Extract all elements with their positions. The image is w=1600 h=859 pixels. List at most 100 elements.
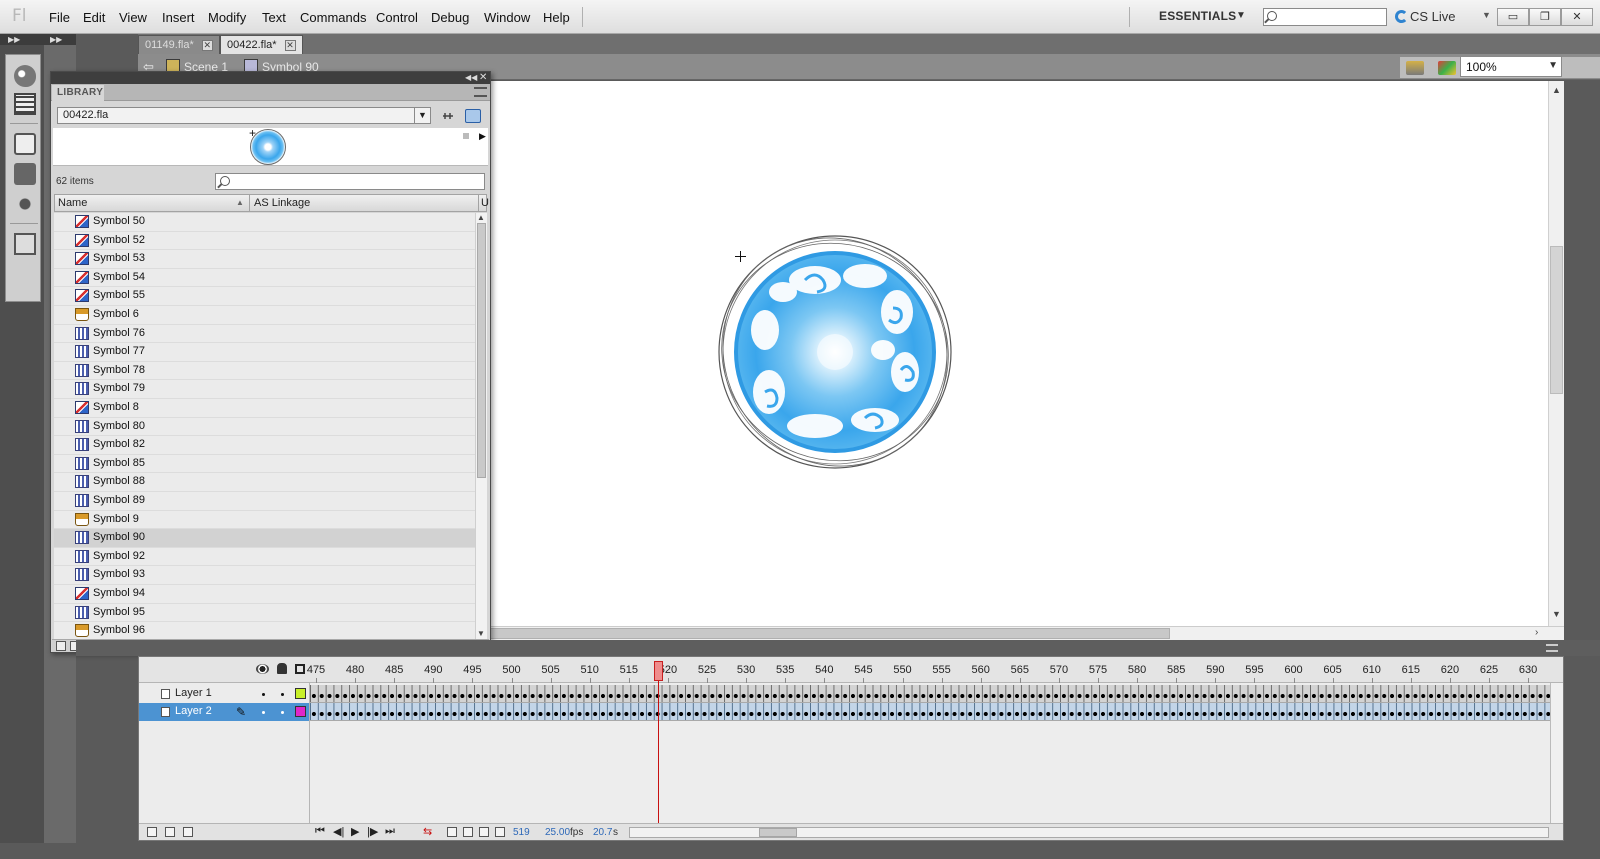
stop-preview-icon[interactable] [463, 133, 469, 139]
playhead[interactable] [654, 661, 663, 681]
menu-help[interactable]: Help [543, 10, 570, 25]
menu-modify[interactable]: Modify [208, 10, 246, 25]
menu-view[interactable]: View [119, 10, 147, 25]
library-item[interactable]: Symbol 78 [54, 361, 475, 381]
tab-library[interactable]: LIBRARY [52, 85, 104, 101]
sort-ascending-icon[interactable]: ▲ [236, 198, 244, 207]
scrollbar-thumb[interactable] [477, 223, 486, 478]
menu-debug[interactable]: Debug [431, 10, 469, 25]
expand-panels-button[interactable]: ▶▶ [0, 34, 44, 45]
modify-onion-markers-icon[interactable] [495, 827, 505, 837]
scroll-right-icon[interactable]: › [1535, 627, 1538, 638]
last-frame-button[interactable]: ⏭ [385, 825, 395, 838]
components-icon[interactable] [14, 163, 36, 185]
close-icon[interactable]: ✕ [479, 73, 489, 83]
eye-icon[interactable] [256, 664, 269, 674]
library-item[interactable]: Symbol 52 [54, 231, 475, 251]
current-frame-value[interactable]: 519 [513, 827, 530, 838]
step-back-button[interactable]: ◀| [333, 825, 344, 838]
workspace-switcher[interactable]: ESSENTIALS [1159, 9, 1236, 23]
scroll-up-icon[interactable]: ▲ [1552, 85, 1561, 95]
library-item[interactable]: Symbol 92 [54, 547, 475, 567]
scroll-up-icon[interactable]: ▲ [477, 213, 485, 222]
column-name[interactable]: Name [58, 197, 87, 209]
loop-button[interactable]: ⇆ [423, 825, 432, 838]
menu-file[interactable]: File [49, 10, 70, 25]
zoom-select[interactable]: 100% ▼ [1460, 56, 1562, 77]
chevron-down-icon[interactable]: ▼ [414, 108, 430, 123]
first-frame-button[interactable]: ⏮ [315, 825, 325, 838]
expand-panels-button[interactable]: ▶▶ [44, 34, 76, 45]
layer-outline-color-swatch[interactable] [295, 706, 306, 717]
timeline-vertical-scrollbar[interactable] [1550, 683, 1563, 823]
cs-live-icon[interactable] [1395, 10, 1408, 23]
column-use-count[interactable]: U [481, 197, 489, 209]
delete-layer-icon[interactable] [183, 827, 193, 837]
menu-control[interactable]: Control [376, 10, 418, 25]
scroll-down-icon[interactable]: ▼ [477, 629, 485, 638]
pin-library-icon[interactable] [441, 109, 455, 123]
visibility-dot[interactable] [262, 693, 265, 696]
library-item[interactable]: Symbol 82 [54, 436, 475, 455]
library-item[interactable]: Symbol 76 [54, 324, 475, 344]
layer-row-layer-2[interactable]: Layer 2 ✎ [139, 703, 309, 721]
library-search-input[interactable] [215, 173, 485, 190]
edit-multiple-frames-icon[interactable] [479, 827, 489, 837]
library-item[interactable]: Symbol 6 [54, 306, 475, 325]
library-item[interactable]: Symbol 50 [54, 213, 475, 232]
scrollbar-thumb[interactable] [490, 628, 1170, 639]
restore-button[interactable]: ❐ [1529, 8, 1561, 26]
onion-skin-icon[interactable] [447, 827, 457, 837]
edit-scene-icon[interactable] [1406, 61, 1424, 75]
layer-name[interactable]: Layer 1 [175, 687, 212, 699]
visibility-dot[interactable] [262, 711, 265, 714]
tab-document-01149[interactable]: 01149.fla* ✕ [138, 35, 220, 54]
library-item[interactable]: Symbol 89 [54, 492, 475, 511]
menu-edit[interactable]: Edit [83, 10, 105, 25]
help-search-input[interactable] [1263, 8, 1387, 26]
minimize-button[interactable]: ▭ [1497, 8, 1529, 26]
chevron-down-icon[interactable]: ▼ [1236, 10, 1246, 21]
step-forward-button[interactable]: |▶ [367, 825, 378, 838]
lock-dot[interactable] [281, 693, 284, 696]
color-palette-icon[interactable] [14, 65, 36, 87]
library-vertical-scrollbar[interactable]: ▲ ▼ [475, 213, 487, 641]
frame-row-layer-1[interactable] [310, 685, 1550, 703]
actions-code-icon[interactable] [14, 133, 36, 155]
new-library-panel-icon[interactable] [465, 109, 481, 123]
library-item[interactable]: Symbol 88 [54, 473, 475, 492]
library-item[interactable]: Symbol 55 [54, 287, 475, 306]
layer-outline-color-swatch[interactable] [295, 688, 306, 699]
close-button[interactable]: ✕ [1561, 8, 1593, 26]
chevron-down-icon[interactable]: ▼ [1548, 60, 1558, 71]
play-preview-icon[interactable]: ▶ [479, 131, 486, 142]
library-item[interactable]: Symbol 93 [54, 566, 475, 585]
library-item[interactable]: Symbol 96 [54, 622, 475, 641]
menu-insert[interactable]: Insert [162, 10, 195, 25]
frame-grid[interactable] [310, 683, 1550, 823]
menu-window[interactable]: Window [484, 10, 530, 25]
motion-presets-icon[interactable] [14, 193, 36, 215]
new-layer-icon[interactable] [147, 827, 157, 837]
collapse-panel-icon[interactable]: ◀◀ [465, 72, 477, 84]
play-button[interactable]: ▶ [351, 825, 359, 838]
library-panel-icon[interactable] [14, 233, 36, 255]
frame-ruler[interactable]: 475 480 485 490 495 500 505 510 515 520 525 530 535 5… [307, 657, 1550, 683]
frame-row-layer-2[interactable] [310, 703, 1550, 721]
frame-rate-value[interactable]: 25.00 [545, 827, 570, 838]
scrollbar-thumb[interactable] [759, 828, 797, 837]
menu-text[interactable]: Text [262, 10, 286, 25]
library-item[interactable]: Symbol 95 [54, 603, 475, 623]
stage-vertical-scrollbar[interactable]: ▲ ▼ [1548, 81, 1564, 626]
panel-titlebar[interactable]: ◀◀ ✕ [51, 72, 490, 84]
library-document-select[interactable]: 00422.fla ▼ [57, 107, 431, 124]
library-item[interactable]: Symbol 77 [54, 343, 475, 362]
column-as-linkage[interactable]: AS Linkage [254, 197, 310, 209]
library-item[interactable]: Symbol 80 [54, 417, 475, 437]
chevron-down-icon[interactable]: ▼ [1482, 10, 1491, 20]
column-divider[interactable] [478, 195, 479, 211]
library-item[interactable]: Symbol 79 [54, 380, 475, 399]
column-divider[interactable] [249, 195, 250, 211]
close-icon[interactable]: ✕ [201, 40, 213, 51]
menu-commands[interactable]: Commands [300, 10, 366, 25]
